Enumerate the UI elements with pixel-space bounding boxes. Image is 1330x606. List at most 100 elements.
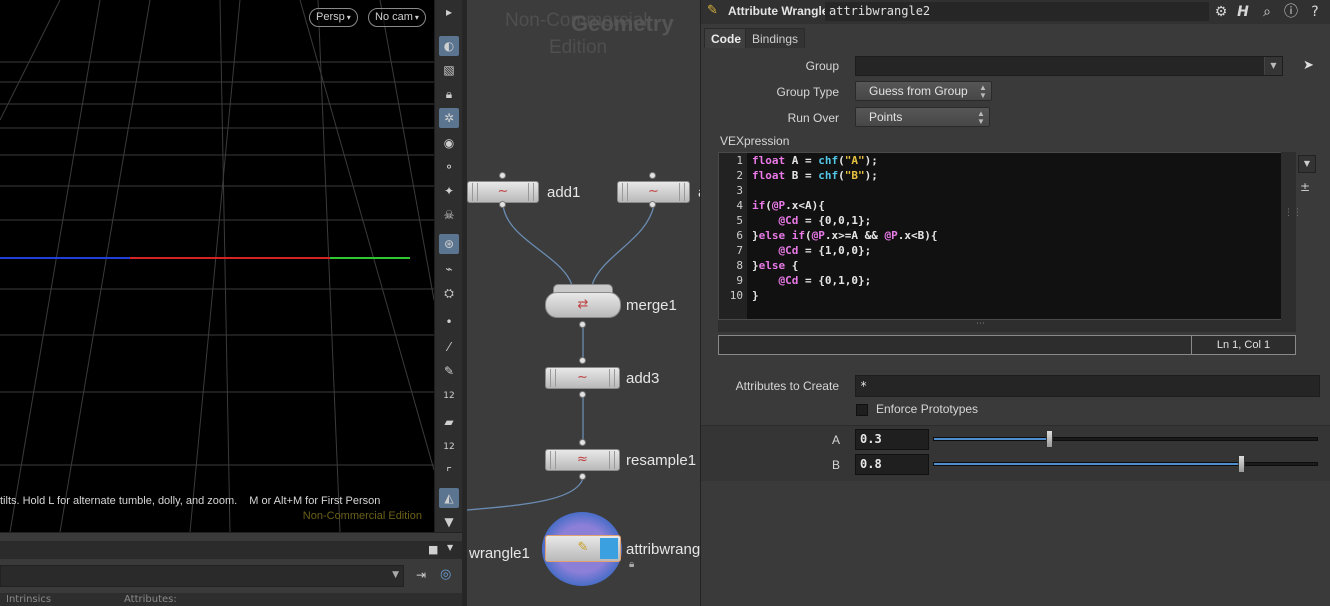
chevron-down-icon[interactable]: ▼ <box>392 570 399 580</box>
param-a-slider-handle[interactable] <box>1045 430 1053 448</box>
gear-icon[interactable]: ⚙ <box>1211 2 1231 22</box>
chevron-down-icon: ▾ <box>414 13 419 22</box>
group-field[interactable]: ▼ <box>855 56 1283 76</box>
timeline-bar[interactable]: ■ ▼ <box>0 541 462 559</box>
code-line: float B = chf("B"); <box>752 169 878 182</box>
up-down-icon: ▲ ▼ <box>979 83 987 100</box>
line-number-gutter: 1 2 3 4 5 6 7 8 9 10 <box>719 153 747 319</box>
code-line: } <box>752 289 759 302</box>
pin-icon[interactable]: ⇥ <box>416 568 426 582</box>
add-sop-icon: ∼ <box>648 184 659 199</box>
param-a-label: A <box>831 433 840 447</box>
up-down-icon: ▲ ▼ <box>977 109 985 126</box>
expand-arrow-icon[interactable]: ▸ <box>439 2 459 22</box>
node-label-merge1: merge1 <box>626 297 677 314</box>
code-line: if(@P.x<A){ <box>752 199 825 212</box>
spreadsheet-node-field[interactable]: ▼ <box>0 565 404 587</box>
node-output-port[interactable] <box>579 473 586 480</box>
code-vertical-scrollbar[interactable]: ⋮⋮ <box>1281 152 1302 320</box>
enforce-prototypes-checkbox[interactable] <box>856 404 868 416</box>
param-a-field[interactable]: 0.3 <box>855 429 929 450</box>
line-number: 9 <box>736 274 743 287</box>
code-line: @Cd = {0,1,0}; <box>778 274 872 287</box>
add-preset-icon[interactable]: ± <box>1300 180 1310 194</box>
cursor-position: Ln 1, Col 1 <box>1191 336 1295 354</box>
grip-icon[interactable]: ⋮⋮ <box>1284 208 1302 218</box>
vex-code-editor[interactable]: 1 2 3 4 5 6 7 8 9 10 float A = chf("A");… <box>718 152 1282 320</box>
target-icon[interactable]: ◎ <box>440 567 451 582</box>
lock-icon[interactable]: 🔒︎ <box>439 84 459 104</box>
light-bulb-icon[interactable]: ✦ <box>439 181 459 201</box>
help-icon[interactable]: ? <box>1305 2 1325 22</box>
network-editor[interactable]: Non-Commercial Edition Geometry ∼ add1 ∼… <box>467 0 700 606</box>
node-add2[interactable]: ∼ <box>617 181 690 203</box>
node-input-port[interactable] <box>649 172 656 179</box>
viewport-grid <box>0 0 434 532</box>
run-over-menu[interactable]: Points ▲ ▼ <box>855 107 990 127</box>
node-label-attribwrangle2: attribwrangle2 <box>626 541 700 558</box>
code-horizontal-scrollbar[interactable]: ⋯ <box>718 319 1296 332</box>
node-input-port[interactable] <box>579 357 586 364</box>
parameter-pane: ✎ Attribute Wrangle attribwrangle2 ⚙ H ⌕… <box>700 0 1330 606</box>
chevron-down-icon[interactable]: ▼ <box>447 543 453 552</box>
param-b-slider-handle[interactable] <box>1238 455 1245 473</box>
tab-intrinsics[interactable]: Intrinsics <box>6 594 51 605</box>
render-icon[interactable]: ◭ <box>439 488 459 508</box>
param-a-slider-track[interactable] <box>933 437 1318 441</box>
snap-icon[interactable]: ✲ <box>439 108 459 128</box>
node-output-port[interactable] <box>579 391 586 398</box>
light-icon[interactable]: ⚬ <box>439 157 459 177</box>
spare-parameters: A 0.3 B 0.8 <box>701 425 1330 481</box>
corner-icon[interactable]: ⌜ <box>439 462 459 482</box>
display-icon[interactable]: ▧ <box>439 60 459 80</box>
camera-menu[interactable]: Persp ▾ <box>309 8 358 27</box>
select-icon[interactable]: ◐ <box>439 36 459 56</box>
node-output-port[interactable] <box>649 201 656 208</box>
info-icon[interactable]: ⓘ <box>1281 2 1301 22</box>
param-b-slider-track[interactable] <box>933 462 1318 466</box>
camera-edit-icon[interactable]: ⌁ <box>439 259 459 279</box>
param-b-label: B <box>831 458 840 472</box>
attributes-to-create-field[interactable]: * <box>855 375 1320 397</box>
tab-bindings[interactable]: Bindings <box>745 28 806 48</box>
point-icon[interactable]: • <box>439 312 459 332</box>
pen-icon[interactable]: ✎ <box>439 361 459 381</box>
points-12-icon[interactable]: 12 <box>439 386 459 406</box>
chevron-down-icon[interactable]: ▼ <box>439 512 459 532</box>
node-name-field[interactable]: attribwrangle2 <box>825 2 1209 21</box>
chevron-down-icon[interactable]: ▼ <box>1298 155 1316 173</box>
node-input-port[interactable] <box>579 439 586 446</box>
node-output-port[interactable] <box>579 321 586 328</box>
scene-viewport[interactable]: Persp ▾ No cam ▾ tilts. Hold L for alterna… <box>0 0 434 532</box>
attributes-to-create-label: Attributes to Create <box>735 379 839 393</box>
node-input-port[interactable] <box>499 172 506 179</box>
paint-12-icon[interactable]: 12 <box>439 437 459 457</box>
paint-icon[interactable]: ▰ <box>439 412 459 432</box>
skull-icon[interactable]: ☠ <box>439 205 459 225</box>
group-label: Group <box>805 59 839 73</box>
chevron-down-icon[interactable]: ▼ <box>1264 57 1282 75</box>
grip-icon[interactable]: ⋯ <box>976 319 985 329</box>
line-number: 5 <box>736 214 743 227</box>
camera-persp-icon[interactable]: ⛭ <box>439 283 459 303</box>
param-b-field[interactable]: 0.8 <box>855 454 929 475</box>
node-merge1[interactable]: ⇄ <box>545 292 621 318</box>
search-icon[interactable]: ⌕ <box>1257 2 1277 22</box>
line-number: 3 <box>736 184 743 197</box>
tab-attributes[interactable]: Attributes: <box>124 594 177 605</box>
ghost-icon[interactable]: ◉ <box>439 133 459 153</box>
tab-code[interactable]: Code <box>704 28 748 48</box>
node-add3[interactable]: ∼ <box>545 367 620 389</box>
node-output-port[interactable] <box>499 201 506 208</box>
no-cam-menu[interactable]: No cam ▾ <box>368 8 426 27</box>
group-type-label: Group Type <box>776 85 839 99</box>
group-type-menu[interactable]: Guess from Group ▲ ▼ <box>855 81 992 101</box>
help-h-icon[interactable]: H <box>1233 2 1253 22</box>
camera-icon[interactable]: ⊛ <box>439 234 459 254</box>
node-resample1[interactable]: ≈ <box>545 449 620 471</box>
brush-icon[interactable]: ⁄ <box>439 337 459 357</box>
node-attribwrangle2[interactable]: ✎ <box>545 535 621 562</box>
pane-icon[interactable]: ■ <box>428 543 438 556</box>
node-add1[interactable]: ∼ <box>467 181 539 203</box>
select-arrow-icon[interactable]: ➤ <box>1303 58 1314 73</box>
